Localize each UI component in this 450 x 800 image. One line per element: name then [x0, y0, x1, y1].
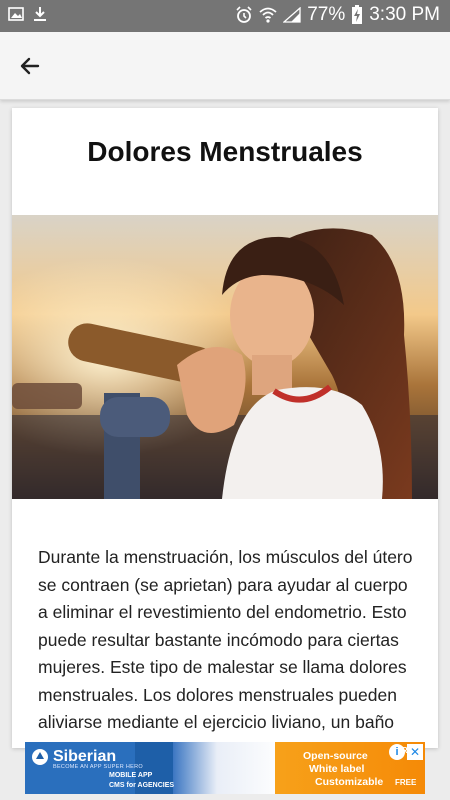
- status-bar: 77% 3:30 PM: [0, 0, 450, 32]
- status-time: 3:30 PM: [369, 4, 440, 25]
- wifi-icon: [259, 7, 277, 23]
- app-bar: [0, 32, 450, 100]
- article-card: Dolores Menstruales Durante la menstruac…: [12, 108, 438, 748]
- ad-free-label: FREE: [395, 778, 417, 787]
- signal-icon: [283, 7, 301, 23]
- ad-cms-line: CMS for AGENCIES: [109, 782, 175, 789]
- download-icon: [32, 6, 48, 22]
- article-image: [12, 215, 438, 499]
- image-icon: [8, 7, 24, 21]
- ad-feature-open-source: Open-source: [303, 750, 368, 762]
- ad-tagline: BECOME AN APP SUPER HERO: [53, 764, 143, 770]
- ad-feature-customizable: Customizable: [315, 776, 384, 788]
- ad-mobile-line: MOBILE APP: [109, 772, 153, 779]
- back-button[interactable]: [10, 46, 50, 86]
- ad-feature-white-label: White label: [309, 763, 365, 775]
- siberian-logo-icon: [32, 749, 48, 765]
- alarm-icon: [235, 6, 253, 24]
- article-title: Dolores Menstruales: [87, 136, 363, 167]
- close-icon[interactable]: ✕: [407, 744, 423, 760]
- ad-screens-graphic: [173, 742, 283, 794]
- ad-banner[interactable]: Siberian BECOME AN APP SUPER HERO MOBILE…: [25, 742, 425, 794]
- article-body: Durante la menstruación, los músculos de…: [38, 547, 413, 732]
- info-icon[interactable]: i: [389, 744, 405, 760]
- arrow-left-icon: [20, 57, 40, 75]
- battery-charging-icon: [351, 5, 363, 25]
- battery-percent: 77%: [307, 4, 346, 25]
